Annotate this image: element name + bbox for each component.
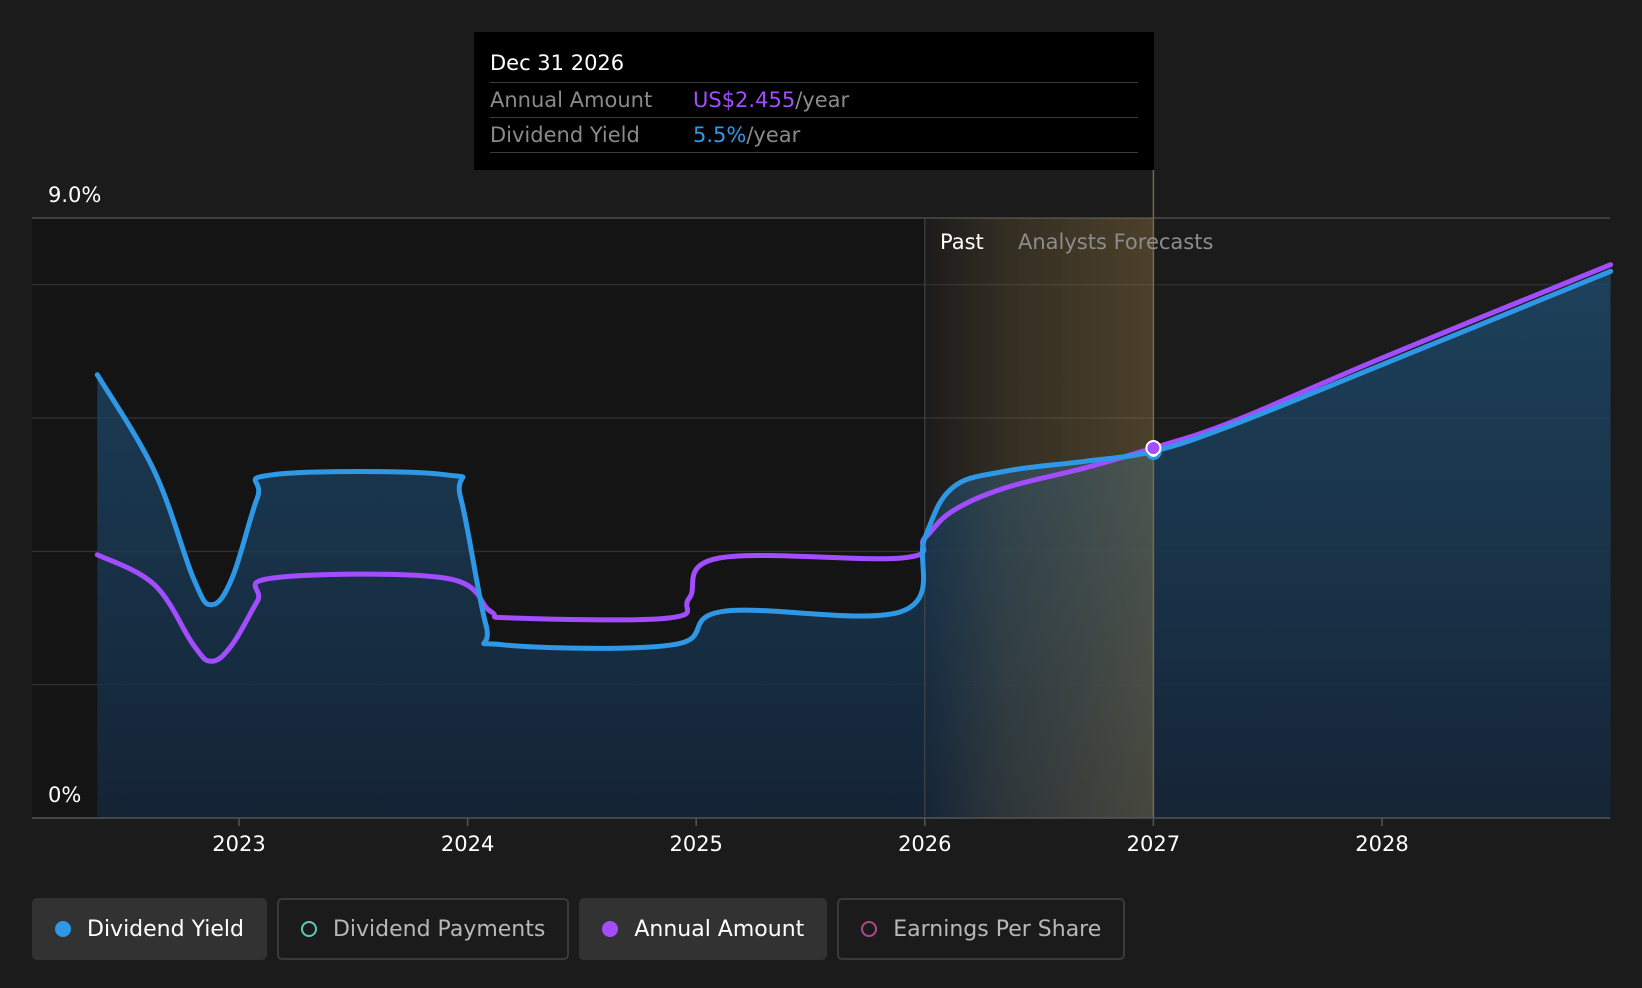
- x-tick-label: 2024: [441, 832, 494, 856]
- dividend-payments-ring-icon: [300, 921, 317, 937]
- legend: Dividend Yield Dividend Payments Annual …: [32, 898, 1126, 960]
- tooltip-annual-amount-value: US$2.455: [693, 88, 796, 112]
- legend-earnings-per-share[interactable]: Earnings Per Share: [837, 898, 1126, 960]
- x-tick-label: 2026: [898, 832, 951, 856]
- y-tick-label-top: 9.0%: [48, 183, 101, 207]
- tooltip-annual-amount-unit: /year: [795, 88, 850, 112]
- tooltip-dividend-yield-unit: /year: [746, 123, 801, 147]
- tooltip-annual-amount-label: Annual Amount: [490, 88, 653, 112]
- x-axis-ticks: 2023 2024 2025 2026 2027 2028: [212, 818, 1409, 856]
- legend-dividend-yield-label: Dividend Yield: [87, 916, 244, 942]
- legend-annual-amount-label: Annual Amount: [634, 916, 805, 942]
- legend-dividend-payments-label: Dividend Payments: [332, 916, 546, 942]
- x-tick-label: 2028: [1355, 832, 1408, 856]
- forecast-shade: [924, 218, 1154, 818]
- legend-dividend-yield[interactable]: Dividend Yield: [32, 898, 267, 960]
- y-tick-label-bottom: 0%: [48, 783, 81, 807]
- x-tick-label: 2027: [1127, 832, 1180, 856]
- legend-annual-amount[interactable]: Annual Amount: [579, 898, 828, 960]
- x-tick-label: 2025: [669, 832, 722, 856]
- past-region-label: Past: [940, 230, 984, 254]
- tooltip-date: Dec 31 2026: [490, 44, 1138, 83]
- legend-dividend-payments[interactable]: Dividend Payments: [276, 898, 570, 960]
- annual-amount-marker: [1145, 440, 1162, 456]
- tooltip: Dec 31 2026 Annual Amount US$2.455/year …: [474, 32, 1154, 170]
- tooltip-annual-amount-row: Annual Amount US$2.455/year: [490, 83, 1138, 118]
- forecast-region-label: Analysts Forecasts: [1018, 230, 1213, 254]
- dividend-yield-dot-icon: [55, 921, 71, 937]
- tooltip-dividend-yield-label: Dividend Yield: [490, 123, 640, 147]
- annual-amount-dot-icon: [602, 921, 619, 937]
- tooltip-dividend-yield-value: 5.5%: [693, 123, 747, 147]
- legend-earnings-per-share-label: Earnings Per Share: [893, 916, 1102, 942]
- earnings-per-share-ring-icon: [861, 921, 878, 937]
- x-tick-label: 2023: [212, 832, 265, 856]
- tooltip-dividend-yield-row: Dividend Yield 5.5%/year: [490, 118, 1138, 153]
